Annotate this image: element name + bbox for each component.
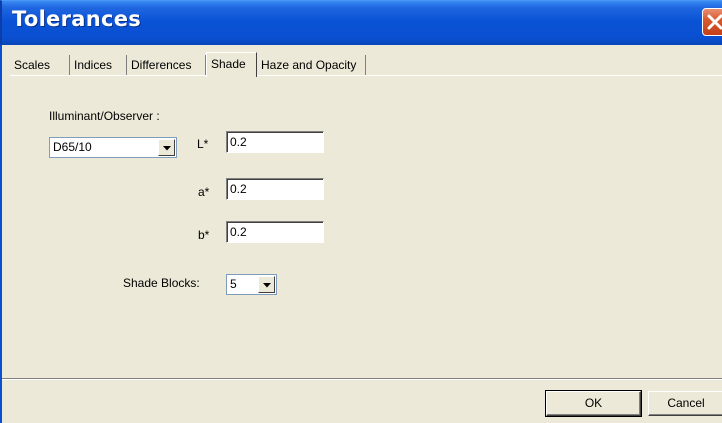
illuminant-observer-value: D65/10 — [53, 140, 92, 154]
shade-panel: Illuminant/Observer : D65/10 L* 0.2 a* 0… — [2, 45, 722, 423]
b-star-label: b* — [198, 228, 210, 242]
b-star-input[interactable]: 0.2 — [226, 221, 324, 243]
shade-blocks-select[interactable]: 5 — [226, 274, 277, 295]
b-star-value: 0.2 — [230, 225, 247, 239]
a-star-value: 0.2 — [230, 182, 247, 196]
illuminant-observer-select[interactable]: D65/10 — [49, 137, 177, 158]
chevron-down-icon — [163, 146, 171, 151]
l-star-label: L* — [197, 137, 209, 151]
chevron-down-icon — [263, 283, 271, 288]
cancel-button[interactable]: Cancel — [648, 391, 722, 416]
close-button[interactable] — [702, 8, 722, 36]
tab-shade[interactable]: Shade — [206, 52, 257, 77]
window-title: Tolerances — [12, 7, 142, 31]
l-star-input[interactable]: 0.2 — [226, 131, 324, 153]
dialog-body: Scales Indices Differences Shade Haze an… — [0, 45, 722, 423]
title-bar: Tolerances — [0, 0, 722, 45]
ok-button[interactable]: OK — [545, 390, 642, 417]
illuminant-observer-label: Illuminant/Observer : — [49, 109, 160, 123]
shade-blocks-value: 5 — [230, 277, 237, 291]
close-x-icon — [707, 14, 722, 30]
a-star-label: a* — [198, 185, 210, 199]
dropdown-button[interactable] — [258, 276, 275, 293]
shade-blocks-label: Shade Blocks: — [123, 276, 200, 290]
button-separator — [2, 378, 722, 380]
l-star-value: 0.2 — [230, 135, 247, 149]
dropdown-button[interactable] — [158, 139, 175, 156]
a-star-input[interactable]: 0.2 — [226, 178, 324, 200]
